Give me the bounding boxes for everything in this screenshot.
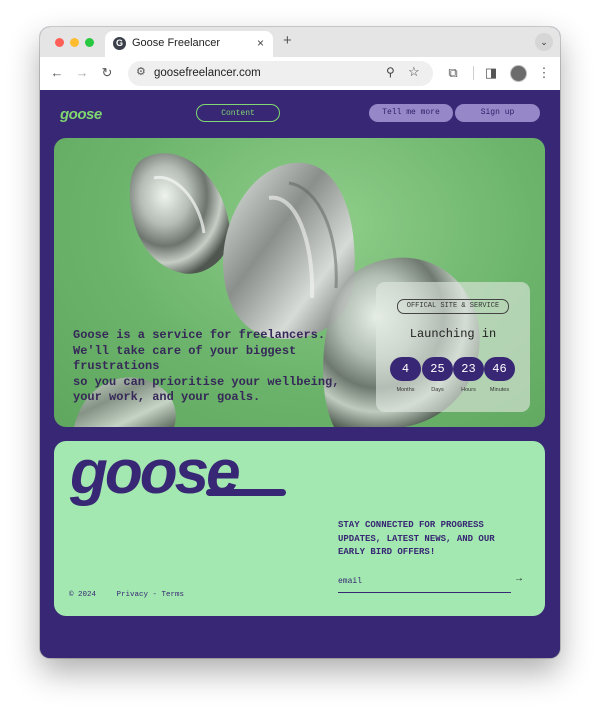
sign-up-button[interactable]: Sign up <box>455 104 540 122</box>
email-field[interactable] <box>338 574 503 588</box>
reload-icon[interactable]: ↻ <box>97 63 117 83</box>
tab-bar: G Goose Freelancer × + ⌄ <box>40 27 560 57</box>
newsletter-heading: STAY CONNECTED FOR PROGRESS UPDATES, LAT… <box>338 519 528 560</box>
hero-section: Goose is a service for freelancers. We'l… <box>54 138 545 427</box>
toolbar-divider <box>473 66 474 80</box>
launching-in-title: Launching in <box>409 327 497 341</box>
hero-line: so you can prioritise your wellbeing, <box>73 374 340 389</box>
hero-line: frustrations <box>73 359 160 373</box>
forward-icon[interactable]: → <box>72 63 92 83</box>
hero-line: We'll take care of your biggest <box>73 343 297 358</box>
extensions-icon[interactable]: ⧉ <box>443 63 463 83</box>
new-tab-button[interactable]: + <box>283 33 292 48</box>
minimize-window-button[interactable] <box>70 38 79 47</box>
email-field-wrapper <box>338 572 511 593</box>
footer-links: © 2024 Privacy - Terms <box>69 591 184 599</box>
tell-me-more-button[interactable]: Tell me more <box>369 104 453 122</box>
address-bar[interactable]: ⚙ goosefreelancer.com ⚲ ☆ <box>128 61 433 86</box>
privacy-terms-link[interactable]: Privacy - Terms <box>117 591 185 599</box>
browser-window: G Goose Freelancer × + ⌄ ← → ↻ ⚙ goosefr… <box>40 27 560 658</box>
countdown-value: 4 <box>390 357 421 381</box>
favicon-icon: G <box>113 37 126 50</box>
maximize-window-button[interactable] <box>85 38 94 47</box>
newsletter-line: STAY CONNECTED FOR PROGRESS <box>338 520 484 530</box>
browser-toolbar: ← → ↻ ⚙ goosefreelancer.com ⚲ ☆ ⧉ ◨ ⋮ <box>40 57 560 91</box>
goose-page: goose Content Tell me more Sign up Goose… <box>40 90 560 658</box>
countdown-label: Days <box>431 387 444 393</box>
countdown-days: 25 Days <box>422 357 453 393</box>
goose-wordmark-logo: goose <box>69 447 286 507</box>
countdown-label: Months <box>396 387 415 393</box>
close-window-button[interactable] <box>55 38 64 47</box>
wordmark-text: goose <box>69 447 239 507</box>
hero-line: your work, and your goals. <box>73 390 261 404</box>
launch-countdown-card: OFFICAL SITE & SERVICE Launching in 4 Mo… <box>376 282 530 412</box>
copyright-text: © 2024 <box>69 591 97 599</box>
arrow-right-icon[interactable]: → <box>514 573 524 584</box>
header-logo[interactable]: goose <box>60 106 102 123</box>
tab-search-chevron-icon[interactable]: ⌄ <box>535 33 553 51</box>
wordmark-underline <box>206 489 286 496</box>
countdown-value: 23 <box>453 357 484 381</box>
countdown-label: Hours <box>461 387 476 393</box>
zoom-icon[interactable]: ⚲ <box>386 65 395 79</box>
profile-avatar[interactable] <box>510 65 527 82</box>
countdown-value: 25 <box>422 357 453 381</box>
countdown-minutes: 46 Minutes <box>484 357 515 393</box>
newsletter-line: UPDATES, LATEST NEWS, AND OUR <box>338 533 495 544</box>
countdown-months: 4 Months <box>390 357 421 393</box>
back-icon[interactable]: ← <box>47 63 67 83</box>
hero-description: Goose is a service for freelancers. We'l… <box>73 328 373 406</box>
newsletter-line: EARLY BIRD OFFERS! <box>338 547 436 557</box>
tab-close-icon[interactable]: × <box>257 36 264 50</box>
bookmark-star-icon[interactable]: ☆ <box>408 64 420 80</box>
official-site-badge: OFFICAL SITE & SERVICE <box>397 299 509 314</box>
countdown-value: 46 <box>484 357 515 381</box>
hero-line: Goose is a service for freelancers. <box>73 328 326 342</box>
countdown-hours: 23 Hours <box>453 357 484 393</box>
site-info-icon[interactable]: ⚙ <box>136 65 146 78</box>
tab-title: Goose Freelancer <box>132 37 221 49</box>
countdown-label: Minutes <box>489 387 510 393</box>
browser-tab[interactable]: G Goose Freelancer × <box>105 31 273 57</box>
sidepanel-icon[interactable]: ◨ <box>481 63 501 83</box>
content-nav-button[interactable]: Content <box>196 104 280 122</box>
footer-section: goose STAY CONNECTED FOR PROGRESS UPDATE… <box>54 441 545 616</box>
url-text[interactable]: goosefreelancer.com <box>154 67 261 79</box>
menu-icon[interactable]: ⋮ <box>534 63 554 83</box>
